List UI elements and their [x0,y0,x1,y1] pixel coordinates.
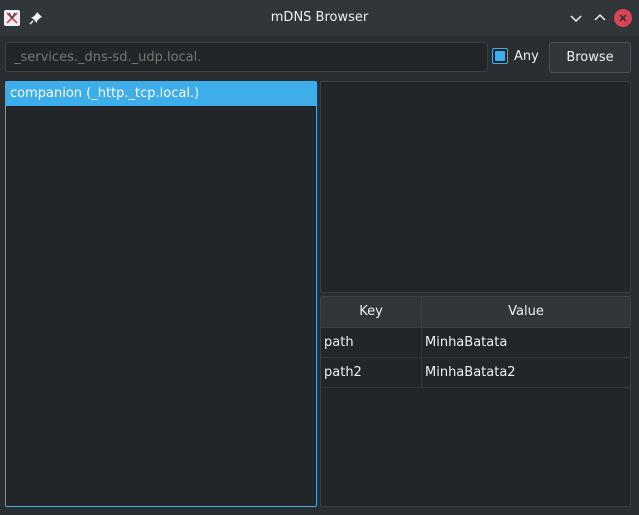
chevron-down-icon [570,15,582,23]
close-icon [619,14,627,22]
checkbox-checked-mark [495,51,505,61]
table-cell-value: MinhaBatata [425,335,508,350]
table-row[interactable]: path MinhaBatata [321,328,630,358]
title-bar[interactable]: mDNS Browser [0,0,639,36]
txt-records-table: Key Value path MinhaBatata path2 MinhaBa… [320,296,631,507]
minimize-button[interactable] [567,9,585,27]
column-header-key[interactable]: Key [321,297,422,327]
any-checkbox[interactable] [492,48,508,64]
service-type-input[interactable] [5,42,488,72]
table-cell-key: path2 [321,358,422,387]
browse-button[interactable]: Browse [549,42,631,73]
maximize-button[interactable] [591,9,609,27]
table-row[interactable]: path2 MinhaBatata2 [321,358,630,388]
window-title: mDNS Browser [270,10,369,25]
close-button[interactable] [614,9,632,27]
mdns-browser-window: mDNS Browser Any Browse companion (_http… [0,0,639,515]
table-cell-key: path [321,328,422,357]
service-details-panel [320,81,631,293]
table-cell-value: MinhaBatata2 [425,365,516,380]
service-list-item[interactable]: companion (_http._tcp.local.) [6,82,316,106]
column-header-value[interactable]: Value [422,297,630,327]
table-header: Key Value [321,297,630,328]
chevron-up-icon [594,13,606,21]
any-checkbox-label[interactable]: Any [514,49,539,64]
service-list[interactable]: companion (_http._tcp.local.) [5,81,317,507]
